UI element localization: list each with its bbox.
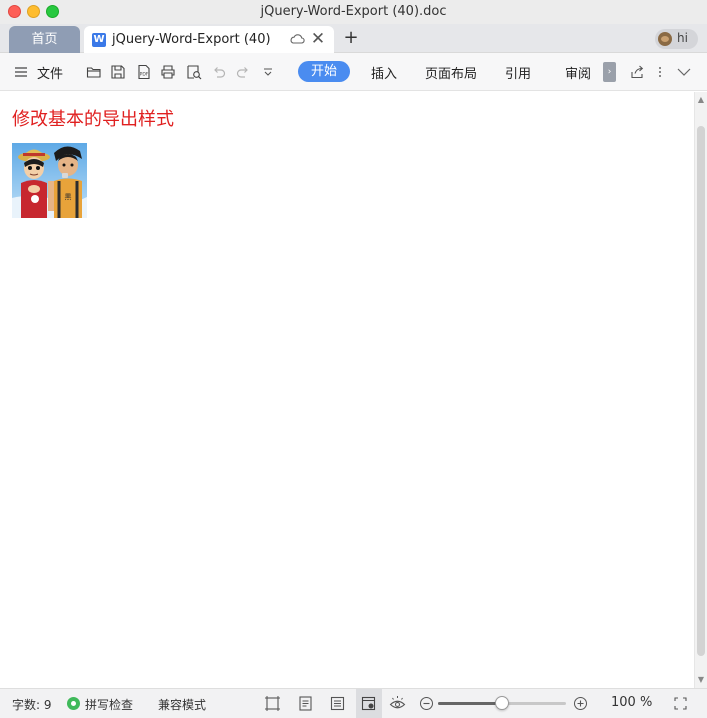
user-name: hi xyxy=(677,31,688,45)
save-button[interactable] xyxy=(110,53,128,91)
zoom-slider-fill xyxy=(438,702,502,705)
ribbon-tab-insert[interactable]: 插入 xyxy=(371,63,397,82)
more-options-button[interactable] xyxy=(654,53,672,91)
print-preview-icon xyxy=(187,65,202,80)
share-icon xyxy=(631,65,644,79)
menu-icon xyxy=(15,67,27,77)
document-canvas[interactable]: 修改基本的导出样式 黒 ▲ ▼ xyxy=(0,92,707,688)
web-layout-icon xyxy=(361,696,376,711)
collapse-ribbon-button[interactable] xyxy=(676,53,694,91)
spell-check-button[interactable]: 拼写检查 xyxy=(85,696,133,713)
svg-text:黒: 黒 xyxy=(65,193,72,201)
zoom-out-icon[interactable] xyxy=(418,695,435,712)
open-button[interactable] xyxy=(86,53,104,91)
status-bar: 字数: 9 拼写检查 兼容模式 100 % xyxy=(0,688,707,718)
open-folder-icon xyxy=(86,67,101,78)
undo-button[interactable] xyxy=(211,53,229,91)
tab-document-label: jQuery-Word-Export (40) xyxy=(112,32,271,47)
ribbon-tab-page-layout[interactable]: 页面布局 xyxy=(425,63,477,82)
print-button[interactable] xyxy=(160,53,178,91)
undo-icon xyxy=(214,67,226,78)
file-menu-button[interactable]: 文件 xyxy=(10,53,68,91)
ribbon-tab-start[interactable]: 开始 xyxy=(298,61,350,82)
customize-dropdown-icon xyxy=(264,68,272,76)
document-heading[interactable]: 修改基本的导出样式 xyxy=(12,105,174,131)
cartoon-characters-image: 黒 xyxy=(12,143,87,218)
tab-bar: 首页 W jQuery-Word-Export (40) ✕ + hi xyxy=(0,24,707,54)
zoom-slider[interactable] xyxy=(438,696,566,710)
word-doc-icon: W xyxy=(92,33,106,47)
avatar xyxy=(658,32,672,46)
compat-mode-label: 兼容模式 xyxy=(158,698,207,712)
svg-text:PDF: PDF xyxy=(140,72,149,78)
save-icon xyxy=(111,65,125,79)
redo-icon xyxy=(236,67,248,78)
export-pdf-button[interactable]: PDF xyxy=(136,53,154,91)
web-view-button[interactable] xyxy=(356,689,382,718)
eye-protection-icon[interactable] xyxy=(389,695,406,712)
ribbon-tab-review[interactable]: 审阅 xyxy=(565,63,591,82)
word-count[interactable]: 字数: 9 xyxy=(12,696,52,713)
outline-view-icon[interactable] xyxy=(329,695,346,712)
scroll-thumb[interactable] xyxy=(697,126,705,656)
new-tab-button[interactable]: + xyxy=(342,28,360,48)
embedded-image[interactable]: 黒 xyxy=(12,143,87,218)
customize-toolbar-button[interactable] xyxy=(261,53,279,91)
window-title: jQuery-Word-Export (40).doc xyxy=(260,4,447,19)
file-menu-label: 文件 xyxy=(37,67,64,82)
share-button[interactable] xyxy=(629,53,647,91)
print-preview-button[interactable] xyxy=(186,53,204,91)
scroll-up-icon[interactable]: ▲ xyxy=(695,94,707,106)
title-bar: jQuery-Word-Export (40).doc xyxy=(0,0,707,24)
fullscreen-icon[interactable] xyxy=(672,695,689,712)
zoom-in-icon[interactable] xyxy=(572,695,589,712)
print-icon xyxy=(161,65,175,79)
zoom-slider-knob[interactable] xyxy=(495,696,509,710)
user-account-chip[interactable]: hi xyxy=(655,29,698,49)
export-pdf-icon: PDF xyxy=(138,64,150,80)
toolbar: 文件 PDF 开始 插入 页面布局 引用 审阅 › xyxy=(0,53,707,91)
more-vertical-icon xyxy=(659,67,661,77)
cloud-sync-icon[interactable] xyxy=(289,31,305,47)
more-tabs-button[interactable]: › xyxy=(603,62,616,82)
redo-button[interactable] xyxy=(235,53,253,91)
fit-page-icon[interactable] xyxy=(264,695,281,712)
vertical-scrollbar[interactable]: ▲ ▼ xyxy=(694,92,707,688)
spell-check-status-icon[interactable] xyxy=(67,697,80,710)
tab-document[interactable]: W jQuery-Word-Export (40) ✕ xyxy=(84,26,334,54)
close-tab-icon[interactable]: ✕ xyxy=(310,30,326,48)
tab-home[interactable]: 首页 xyxy=(9,26,80,53)
scroll-down-icon[interactable]: ▼ xyxy=(695,674,707,686)
page-view-icon[interactable] xyxy=(297,695,314,712)
zoom-level[interactable]: 100 % xyxy=(611,695,652,710)
collapse-chevron-icon xyxy=(677,68,691,76)
ribbon-tab-references[interactable]: 引用 xyxy=(505,63,531,82)
